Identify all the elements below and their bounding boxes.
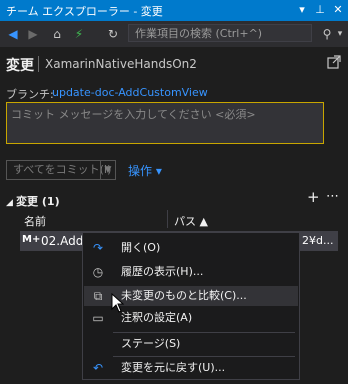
open-arrow-icon: ↷ xyxy=(92,241,104,255)
home-icon[interactable]: ⌂ xyxy=(48,25,66,43)
page-title: 変更 xyxy=(6,58,34,74)
window-title: チーム エクスプローラー - 変更 xyxy=(6,5,163,18)
menu-item-undo[interactable]: ↶ 変更を元に戻す(U)... xyxy=(84,358,298,378)
column-header-name[interactable]: 名前 xyxy=(24,213,46,229)
file-path: 2¥d... xyxy=(302,234,334,247)
undo-icon: ↶ xyxy=(92,361,104,375)
header-divider xyxy=(38,56,39,72)
dropdown-icon[interactable]: ▾ xyxy=(294,2,310,18)
back-icon[interactable]: ◀ xyxy=(4,25,22,43)
menu-item-stage[interactable]: ステージ(S) xyxy=(84,334,298,354)
menu-separator xyxy=(113,356,295,357)
external-link-icon[interactable] xyxy=(326,54,342,70)
column-divider[interactable] xyxy=(167,210,168,228)
branch-link[interactable]: update-doc-AddCustomView xyxy=(52,86,208,99)
changes-section-title: 変更 (1) xyxy=(16,195,60,208)
commit-dropdown-icon[interactable]: ▼ xyxy=(100,161,115,179)
collapse-triangle-icon: ◢ xyxy=(6,198,17,208)
stage-all-plus-icon[interactable]: + xyxy=(307,188,320,206)
compare-icon: ⧉ xyxy=(93,289,103,303)
search-input[interactable]: 作業項目の検索 (Ctrl+^) xyxy=(128,24,312,42)
changes-section-header[interactable]: ◢ 変更 (1) xyxy=(6,193,60,209)
close-icon[interactable]: ✕ xyxy=(330,2,346,18)
toolbar: ◀ ▶ ⌂ ⚡ ↻ 作業項目の検索 (Ctrl+^) ⚲ ▾ xyxy=(0,21,348,47)
more-options-icon[interactable]: ⋯ xyxy=(326,189,339,204)
menu-separator xyxy=(113,332,295,333)
actions-menu[interactable]: 操作 ▾ xyxy=(128,162,162,179)
connect-icon[interactable]: ⚡ xyxy=(70,25,88,43)
title-bar: チーム エクスプローラー - 変更 ▾ ⊥ ✕ xyxy=(0,0,348,21)
menu-item-history[interactable]: ◷ 履歴の表示(H)... xyxy=(84,262,298,282)
commit-message-input[interactable]: コミット メッセージを入力してください <必須> xyxy=(6,102,324,144)
pin-icon[interactable]: ⊥ xyxy=(312,2,328,18)
refresh-icon[interactable]: ↻ xyxy=(104,25,122,43)
modified-badge-icon: M+ xyxy=(22,234,41,245)
repository-name: XamarinNativeHandsOn2 xyxy=(45,57,197,71)
annotate-icon: ▭ xyxy=(92,311,104,325)
commit-all-button[interactable]: すべてをコミット(I) ▼ xyxy=(6,160,116,180)
column-header-path[interactable]: パス ▲ xyxy=(174,213,208,229)
commit-all-label: すべてをコミット(I) xyxy=(13,163,112,176)
branch-label: ブランチ: xyxy=(6,88,54,101)
forward-icon[interactable]: ▶ xyxy=(24,25,42,43)
history-icon: ◷ xyxy=(92,265,104,279)
search-dropdown-icon[interactable]: ▾ xyxy=(334,25,346,43)
menu-item-open[interactable]: ↷ 開く(O) xyxy=(84,238,298,258)
mouse-cursor-icon xyxy=(111,293,125,313)
